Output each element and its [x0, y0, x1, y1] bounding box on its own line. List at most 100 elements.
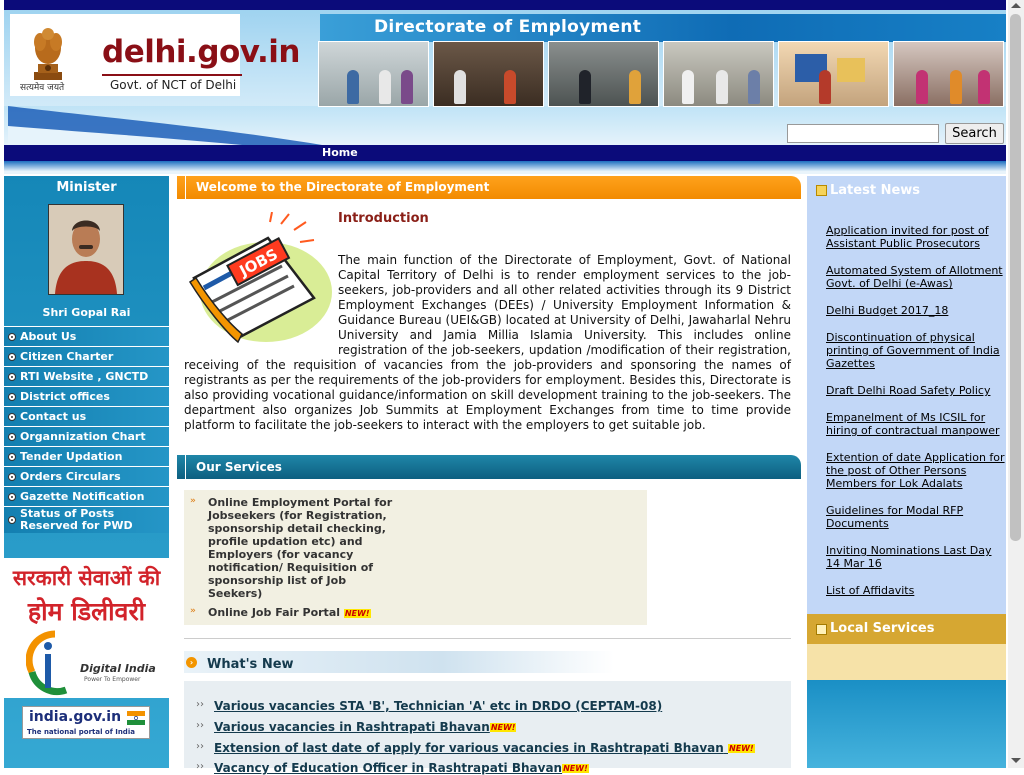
minister-photo [48, 204, 124, 295]
services-bar-notch [173, 455, 177, 479]
menu-item-label: About Us [20, 330, 77, 343]
welcome-bar-divider [185, 176, 186, 199]
menu-item-organization-chart[interactable]: Organnization Chart [4, 426, 169, 446]
digital-india-logo-icon [26, 630, 68, 696]
bullet-icon [8, 352, 16, 361]
local-services-body [807, 644, 1006, 680]
whatsnew-item-label: Vacancy of Education Officer in Rashtrap… [214, 761, 563, 775]
digital-india-tagline: Power To Empower [84, 676, 141, 683]
service-link-label: Online Job Fair Portal [208, 606, 341, 619]
news-square-icon [816, 185, 827, 196]
right-bottom-panel [807, 680, 1006, 768]
bullet-icon [8, 516, 16, 524]
services-box: » Online Employment Portal for Jobseeker… [184, 490, 647, 625]
services-title: Our Services [196, 460, 282, 474]
menu-item-district-offices[interactable]: District offices [4, 386, 169, 406]
scrollbar-thumb[interactable] [1010, 14, 1021, 541]
news-item[interactable]: Delhi Budget 2017_18 [826, 304, 1006, 317]
menu-item-gazette-notification[interactable]: Gazette Notification [4, 486, 169, 506]
news-item[interactable]: Empanelment of Ms ICSIL for hiring of co… [826, 411, 1006, 437]
double-chevron-icon: ›› [196, 720, 204, 731]
bullet-icon [8, 412, 16, 421]
header-photo [778, 41, 889, 107]
news-item[interactable]: Extention of date Application for the po… [826, 451, 1006, 490]
header-photo-strip [318, 41, 1006, 107]
nav-bottom-gradient [4, 161, 1006, 174]
new-badge: NEW! [489, 723, 517, 732]
menu-item-contact-us[interactable]: Contact us [4, 406, 169, 426]
india-gov-portal-link[interactable]: india.gov.in The national portal of Indi… [22, 706, 150, 739]
logo-panel[interactable]: सत्यमेव जयते delhi.gov.in Govt. of NCT o… [10, 14, 300, 96]
logo-underline [102, 74, 242, 76]
search-button[interactable]: Search [945, 123, 1004, 144]
whatsnew-item-label: Extension of last date of apply for vari… [214, 741, 724, 755]
india-portal-title: india.gov.in [29, 709, 122, 725]
welcome-bar-notch [173, 176, 177, 199]
menu-item-status-of-posts[interactable]: Status of Posts Reserved for PWD [4, 506, 169, 533]
menu-item-rti-website[interactable]: RTI Website , GNCTD [4, 366, 169, 386]
new-badge: NEW! [728, 744, 755, 753]
news-item[interactable]: Guidelines for Modal RFP Documents [826, 504, 1006, 530]
menu-item-orders-circulars[interactable]: Orders Circulars [4, 466, 169, 486]
latest-news-title: Latest News [830, 183, 921, 198]
menu-item-label: Gazette Notification [20, 490, 145, 503]
search-input[interactable] [787, 124, 939, 143]
whatsnew-item-label: Various vacancies STA 'B', Technician 'A… [214, 699, 663, 713]
india-portal-subtitle: The national portal of India [27, 728, 135, 736]
news-item[interactable]: Application invited for post of Assistan… [826, 224, 1006, 250]
local-services-title: Local Services [830, 621, 935, 636]
bullet-icon [8, 432, 16, 441]
whatsnew-item[interactable]: Vacancy of Education Officer in Rashtrap… [214, 761, 589, 775]
bullet-icon [8, 492, 16, 501]
menu-item-tender-updation[interactable]: Tender Updation [4, 446, 169, 466]
news-item[interactable]: Inviting Nominations Last Day 14 Mar 16 [826, 544, 1006, 570]
nav-bar [4, 145, 1006, 161]
header-photo [433, 41, 544, 107]
minister-heading: Minister [56, 180, 117, 195]
home-delivery-line2: होम डिलीवरी [27, 597, 146, 626]
motto-text: सत्यमेव जयते [20, 83, 65, 93]
bullet-icon [8, 392, 16, 401]
news-item[interactable]: Draft Delhi Road Safety Policy [826, 384, 1006, 397]
menu-item-label: Contact us [20, 410, 87, 423]
menu-item-about-us[interactable]: About Us [4, 326, 169, 346]
news-item[interactable]: List of Affidavits [826, 584, 1006, 597]
new-badge: NEW! [343, 608, 371, 618]
directorate-title: Directorate of Employment [374, 17, 642, 37]
double-chevron-icon: ›› [196, 699, 204, 710]
double-chevron-icon: ›› [196, 741, 204, 752]
home-delivery-banner[interactable]: सरकारी सेवाओं की होम डिलीवरी Digital Ind… [4, 558, 169, 698]
bullet-icon [8, 372, 16, 381]
bullet-icon [8, 472, 16, 481]
header-photo [893, 41, 1004, 107]
site-name[interactable]: delhi.gov.in [102, 34, 300, 70]
intro-heading: Introduction [338, 211, 429, 226]
scroll-down-arrow-icon[interactable] [1011, 758, 1021, 763]
news-item[interactable]: Automated System of Allotment Govt. of D… [826, 264, 1006, 290]
menu-item-label: District offices [20, 390, 110, 403]
menu-item-label: Citizen Charter [20, 350, 114, 363]
left-sidebar: Minister Shri Gopal Rai About Us Citizen… [4, 176, 169, 768]
service-link-employment-portal[interactable]: Online Employment Portal for Jobseekers … [208, 496, 398, 600]
digital-india-text: Digital India [80, 662, 156, 675]
menu-item-citizen-charter[interactable]: Citizen Charter [4, 346, 169, 366]
intro-paragraph: The main function of the Directorate of … [184, 253, 791, 433]
bullet-icon [8, 452, 16, 461]
whatsnew-list: ›› Various vacancies STA 'B', Technician… [184, 681, 791, 775]
nav-home-link[interactable]: Home [322, 146, 358, 159]
news-item[interactable]: Discontinuation of physical printing of … [826, 331, 1006, 370]
service-link-job-fair-portal[interactable]: Online Job Fair Portal NEW! [208, 606, 468, 619]
new-badge: NEW! [562, 764, 589, 773]
local-square-icon [816, 624, 827, 635]
india-flag-icon [127, 711, 145, 725]
scroll-up-arrow-icon[interactable] [1011, 3, 1021, 8]
whatsnew-arrow-icon: › [186, 657, 197, 668]
menu-item-label: Orders Circulars [20, 470, 121, 483]
whatsnew-item[interactable]: Various vacancies in Rashtrapati BhavanN… [214, 720, 517, 734]
section-divider [184, 638, 791, 639]
whatsnew-item[interactable]: Extension of last date of apply for vari… [214, 741, 755, 755]
whatsnew-item[interactable]: Various vacancies STA 'B', Technician 'A… [214, 699, 662, 713]
double-chevron-icon: » [190, 606, 196, 616]
header-top-border [4, 0, 1006, 10]
header-photo [318, 41, 429, 107]
